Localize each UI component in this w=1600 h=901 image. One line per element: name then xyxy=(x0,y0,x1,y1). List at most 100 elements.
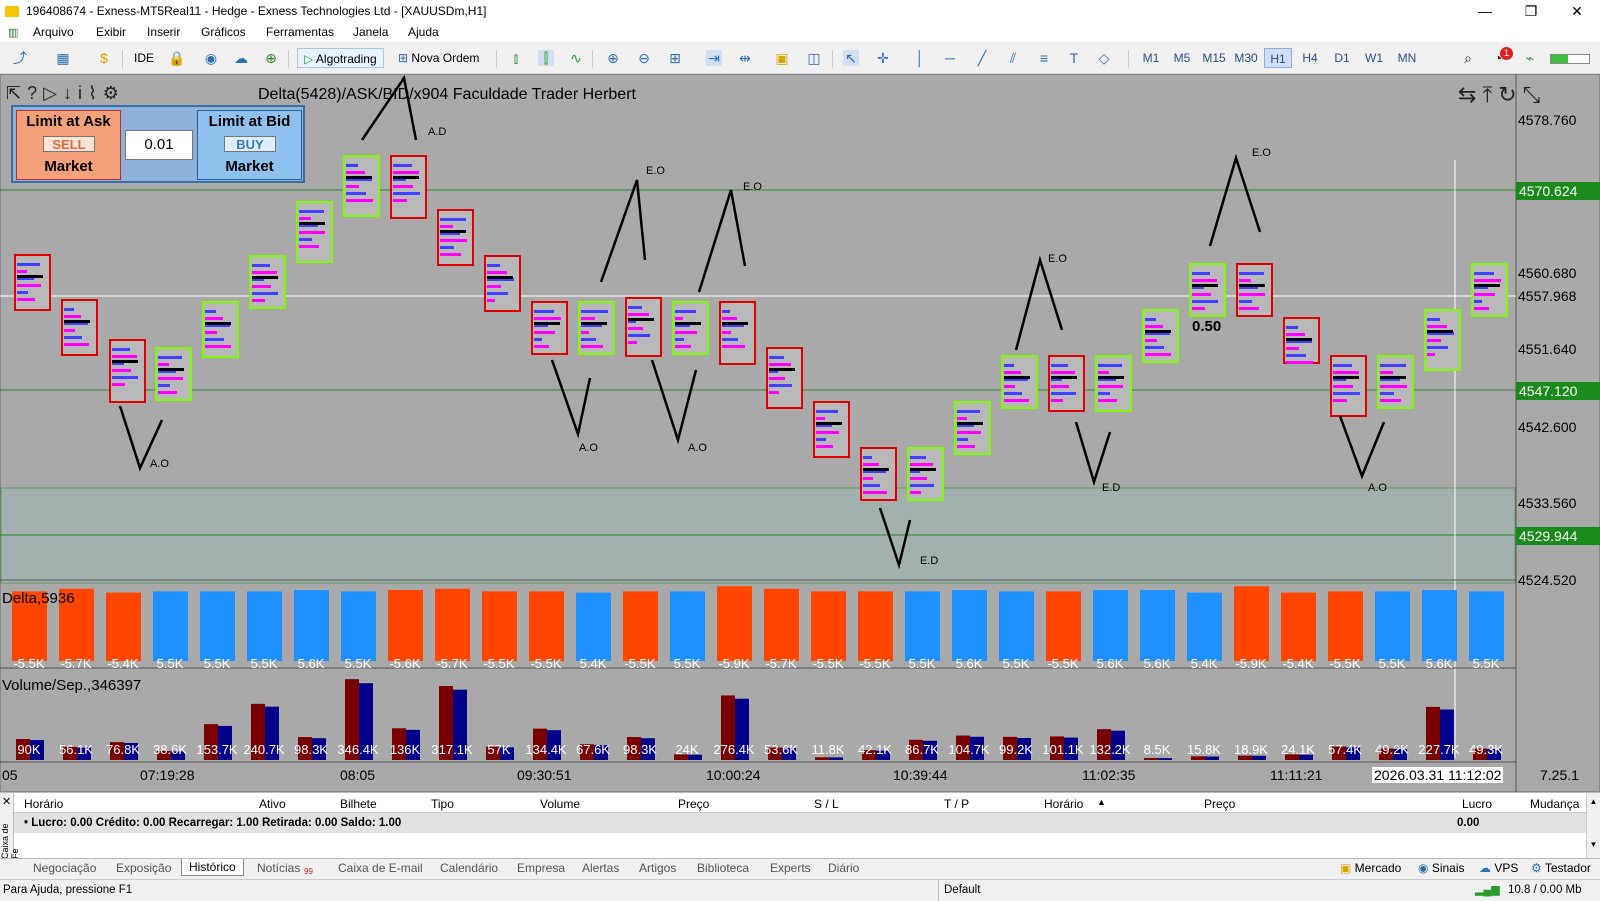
line-chart-icon[interactable]: ⤴ xyxy=(12,50,28,66)
col-volume[interactable]: Volume xyxy=(540,797,580,811)
tab-noticias[interactable]: Notícias xyxy=(257,861,300,875)
tab-historico[interactable]: Histórico xyxy=(181,859,244,876)
menu-arquivo[interactable]: Arquivo xyxy=(33,25,74,39)
summary-row[interactable]: • Lucro: 0.00 Crédito: 0.00 Recarregar: … xyxy=(14,813,1586,833)
tf-d1[interactable]: D1 xyxy=(1328,48,1356,68)
vertical-line-icon[interactable]: │ xyxy=(912,50,928,66)
text-icon[interactable]: T xyxy=(1066,50,1082,66)
bars-icon[interactable]: ⫾ xyxy=(508,50,524,66)
col-bilhete[interactable]: Bilhete xyxy=(340,797,377,811)
reset-icon[interactable]: ↻ xyxy=(1498,82,1522,107)
lock-icon[interactable]: 🔒 xyxy=(168,50,185,66)
tab-experts[interactable]: Experts xyxy=(770,861,811,875)
toolbox-scrollbar[interactable]: ▲ ▼ xyxy=(1586,793,1600,859)
tab-artigos[interactable]: Artigos xyxy=(639,861,676,875)
fibonacci-icon[interactable]: ≡ xyxy=(1036,50,1052,66)
channel-icon[interactable]: ⫽ xyxy=(1005,50,1021,66)
menu-ajuda[interactable]: Ajuda xyxy=(408,25,439,39)
chart-icon[interactable]: ▦ xyxy=(55,50,71,66)
tab-vps[interactable]: ☁ VPS xyxy=(1479,861,1518,875)
help-tool-icon[interactable]: ? xyxy=(27,83,43,103)
tab-alertas[interactable]: Alertas xyxy=(582,861,619,875)
grid-icon[interactable]: ⊞ xyxy=(667,50,683,66)
toolbox-close-icon[interactable]: ✕ xyxy=(2,795,11,808)
trendline-icon[interactable]: ╱ xyxy=(974,50,990,66)
shapes-icon[interactable]: ◇ xyxy=(1096,50,1112,66)
tf-h4[interactable]: H4 xyxy=(1296,48,1324,68)
market-sell-button[interactable]: Market xyxy=(17,158,120,175)
autoscroll-icon[interactable]: ⇥ xyxy=(706,50,722,66)
tf-h1[interactable]: H1 xyxy=(1264,48,1292,68)
tab-empresa[interactable]: Empresa xyxy=(517,861,565,875)
minimize-button[interactable]: — xyxy=(1462,0,1508,23)
status-profile[interactable]: Default xyxy=(944,884,980,896)
info-tool-icon[interactable]: i xyxy=(78,83,88,103)
menu-ferramentas[interactable]: Ferramentas xyxy=(266,25,334,39)
play-tool-icon[interactable]: ▷ xyxy=(43,83,63,103)
ide-button[interactable]: IDE xyxy=(134,48,154,68)
cursor-icon[interactable]: ↖ xyxy=(843,50,859,66)
settings-tool-icon[interactable]: ⚙ xyxy=(103,83,125,103)
col-mudanca[interactable]: Mudança xyxy=(1530,797,1579,811)
scroll-up-icon[interactable]: ▲ xyxy=(1587,797,1600,806)
tf-m1[interactable]: M1 xyxy=(1138,48,1164,68)
new-order-button[interactable]: ⊞ Nova Ordem xyxy=(398,48,479,68)
cursor-tool-icon[interactable]: ⇱ xyxy=(6,83,27,103)
col-horario[interactable]: Horário xyxy=(24,797,63,811)
scroll-down-icon[interactable]: ▼ xyxy=(1587,840,1600,849)
globe-icon[interactable]: ⊕ xyxy=(263,50,279,66)
tab-negociacao[interactable]: Negociação xyxy=(33,861,96,875)
tab-calendario[interactable]: Calendário xyxy=(440,861,498,875)
menu-janela[interactable]: Janela xyxy=(353,25,388,39)
line-icon[interactable]: ∿ xyxy=(568,50,584,66)
tab-mercado[interactable]: ▣ Mercado xyxy=(1340,861,1401,875)
horizontal-line-icon[interactable]: ─ xyxy=(942,50,958,66)
chart-shift-icon[interactable]: ⇹ xyxy=(737,50,753,66)
tab-diario[interactable]: Diário xyxy=(828,861,859,875)
tf-mn[interactable]: MN xyxy=(1392,48,1422,68)
col-tipo[interactable]: Tipo xyxy=(431,797,454,811)
screenshot-icon[interactable]: ◫ xyxy=(806,50,822,66)
zoom-out-icon[interactable]: ⊖ xyxy=(636,50,652,66)
market-buy-button[interactable]: Market xyxy=(198,158,301,175)
cloud-icon[interactable]: ☁ xyxy=(233,50,249,66)
tab-biblioteca[interactable]: Biblioteca xyxy=(697,861,749,875)
tf-w1[interactable]: W1 xyxy=(1360,48,1388,68)
tf-m15[interactable]: M15 xyxy=(1198,48,1230,68)
folder-icon[interactable]: ▣ xyxy=(774,50,790,66)
col-preco[interactable]: Preço xyxy=(678,797,709,811)
candles-icon[interactable]: ⫿ xyxy=(538,50,554,66)
search-icon[interactable]: ⌕ xyxy=(1460,50,1476,66)
menu-inserir[interactable]: Inserir xyxy=(147,25,180,39)
fit-icon[interactable]: ⤒ xyxy=(1482,82,1498,107)
signal-strength-icon[interactable]: ⌁ xyxy=(1522,50,1538,66)
menu-exibir[interactable]: Exibir xyxy=(96,25,126,39)
close-button[interactable]: ✕ xyxy=(1554,0,1600,23)
col-lucro[interactable]: Lucro xyxy=(1462,797,1492,811)
menu-graficos[interactable]: Gráficos xyxy=(201,25,246,39)
tf-m5[interactable]: M5 xyxy=(1168,48,1196,68)
tab-sinais[interactable]: ◉ Sinais xyxy=(1418,861,1465,875)
shrink-icon[interactable]: ⤡ xyxy=(1523,82,1547,107)
sell-button[interactable]: SELL xyxy=(43,136,95,152)
zoom-in-icon[interactable]: ⊕ xyxy=(605,50,621,66)
col-sl[interactable]: S / L xyxy=(814,797,839,811)
signal-icon[interactable]: ◉ xyxy=(203,50,219,66)
buy-button[interactable]: BUY xyxy=(224,136,276,152)
col-ativo[interactable]: Ativo xyxy=(259,797,286,811)
limit-at-bid-button[interactable]: Limit at Bid xyxy=(198,113,301,130)
col-preco-close[interactable]: Preço xyxy=(1204,797,1235,811)
tf-m30[interactable]: M30 xyxy=(1230,48,1262,68)
col-horario-close[interactable]: Horário xyxy=(1044,797,1083,811)
tab-email[interactable]: Caixa de E-mail xyxy=(338,861,423,875)
col-tp[interactable]: T / P xyxy=(944,797,969,811)
crosshair-icon[interactable]: ✛ xyxy=(875,50,891,66)
restore-button[interactable]: ❐ xyxy=(1508,0,1554,23)
swap-icon[interactable]: ⇆ xyxy=(1458,82,1482,107)
tab-testador[interactable]: ⚙ Testador xyxy=(1531,861,1591,875)
lot-size-input[interactable]: 0.01 xyxy=(125,130,193,160)
algotrading-button[interactable]: ▷ Algotrading xyxy=(297,48,384,68)
limit-at-ask-button[interactable]: Limit at Ask xyxy=(17,113,120,130)
fan-tool-icon[interactable]: ⌇ xyxy=(88,83,103,103)
tab-exposicao[interactable]: Exposição xyxy=(116,861,171,875)
